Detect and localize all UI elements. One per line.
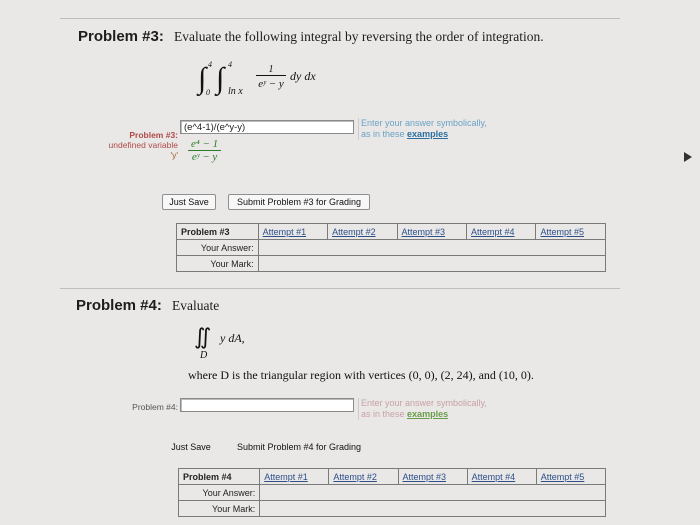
problem-3-attempt-3-link[interactable]: Attempt #3 bbox=[402, 227, 446, 237]
problem-3-attempt-2-link[interactable]: Attempt #2 bbox=[332, 227, 376, 237]
problem-3-attempt-5-link[interactable]: Attempt #5 bbox=[540, 227, 584, 237]
table-row: Your Mark: bbox=[177, 500, 606, 517]
mouse-cursor-icon bbox=[684, 152, 692, 162]
table-row: Problem #3 Attempt #1 Attempt #2 Attempt… bbox=[176, 223, 606, 240]
problem-4-just-save-button[interactable]: Just Save bbox=[164, 440, 218, 454]
problem-3-integral: ∫ 4 0 ∫ 4 ln x 1 eʸ − y dy dx bbox=[198, 60, 316, 97]
table-row: Your Answer: bbox=[176, 239, 607, 256]
top-divider bbox=[60, 18, 620, 19]
problem-3-side-label-block: Problem #3: undefined variable 'y' bbox=[86, 130, 178, 160]
problem-3-just-save-button[interactable]: Just Save bbox=[162, 194, 216, 210]
undefined-variable-label: undefined variable bbox=[108, 140, 178, 150]
problem-4-submit-button[interactable]: Submit Problem #4 for Grading bbox=[228, 440, 370, 454]
problem-3-submit-button[interactable]: Submit Problem #3 for Grading bbox=[228, 194, 370, 210]
problem-3-answer-preview: e⁴ − 1 eʸ − y bbox=[188, 138, 222, 163]
problem-4-integral: ∬ D y dA, bbox=[194, 324, 245, 361]
problem-4-attempt-1-link[interactable]: Attempt #1 bbox=[264, 472, 308, 482]
problem-3-title: Problem #3: bbox=[78, 28, 164, 45]
problem-4-attempt-3-link[interactable]: Attempt #3 bbox=[403, 472, 447, 482]
problem-4-attempt-2-link[interactable]: Attempt #2 bbox=[333, 472, 377, 482]
problem-3-description: Evaluate the following integral by rever… bbox=[174, 29, 544, 44]
problem-4-attempt-4-link[interactable]: Attempt #4 bbox=[472, 472, 516, 482]
table-row: Your Answer: bbox=[177, 484, 606, 501]
problem-3-attempts-table: Problem #3 Attempt #1 Attempt #2 Attempt… bbox=[176, 223, 607, 272]
undefined-variable-name: 'y' bbox=[170, 150, 179, 160]
your-mark-label: Your Mark: bbox=[176, 255, 259, 272]
problem-4-attempt-5-link[interactable]: Attempt #5 bbox=[541, 472, 585, 482]
problem-4-side-label: Problem #4: bbox=[132, 402, 178, 412]
problem-3-heading: Problem #3: Evaluate the following integ… bbox=[78, 28, 544, 45]
problem-3-hint: Enter your answer symbolically, as in th… bbox=[358, 118, 541, 140]
problem-4-where-text: where D is the triangular region with ve… bbox=[188, 368, 534, 382]
problem-4-hint: Enter your answer symbolically, as in th… bbox=[358, 398, 541, 420]
your-answer-label: Your Answer: bbox=[176, 239, 259, 256]
problem-3-answer-input[interactable]: (e^4-1)/(e^y-y) bbox=[180, 120, 354, 134]
attempts-header: Problem #4 bbox=[177, 468, 261, 485]
problem-3-attempt-4-link[interactable]: Attempt #4 bbox=[471, 227, 515, 237]
problem-3-attempt-1-link[interactable]: Attempt #1 bbox=[263, 227, 307, 237]
your-mark-label: Your Mark: bbox=[177, 500, 261, 517]
mid-divider bbox=[60, 288, 620, 289]
problem-4-answer-input[interactable] bbox=[180, 398, 354, 412]
table-row: Your Mark: bbox=[176, 255, 607, 272]
problem-4-attempts-table: Problem #4 Attempt #1 Attempt #2 Attempt… bbox=[177, 468, 607, 517]
attempts-header: Problem #3 bbox=[176, 223, 259, 240]
problem-3-examples-link[interactable]: examples bbox=[407, 129, 448, 139]
table-row: Problem #4 Attempt #1 Attempt #2 Attempt… bbox=[177, 468, 607, 485]
problem-3-side-label: Problem #3: bbox=[129, 130, 178, 140]
problem-4-heading: Problem #4: Evaluate bbox=[76, 297, 219, 314]
problem-4-examples-link[interactable]: examples bbox=[407, 409, 448, 419]
problem-4-description: Evaluate bbox=[172, 298, 220, 313]
problem-4-title: Problem #4: bbox=[76, 297, 162, 314]
your-answer-label: Your Answer: bbox=[177, 484, 261, 501]
